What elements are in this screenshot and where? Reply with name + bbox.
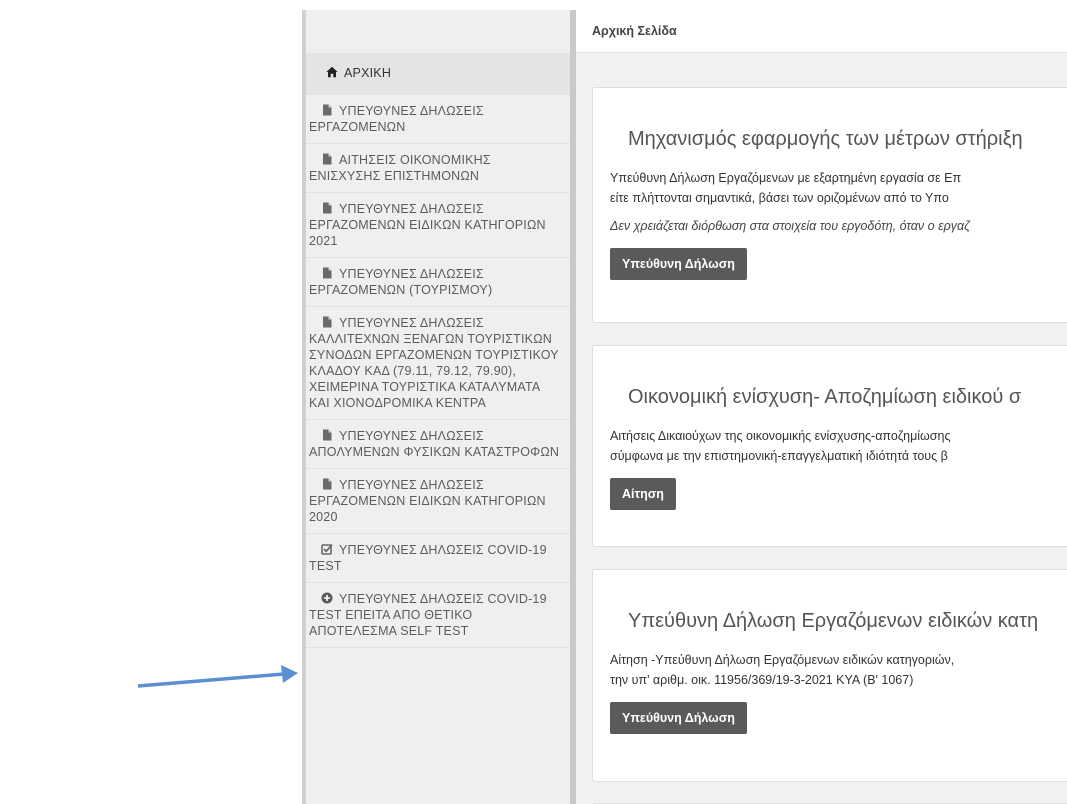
sidebar-item-natural-disasters[interactable]: ΥΠΕΥΘΥΝΕΣ ΔΗΛΩΣΕΙΣ ΑΠΟΛΥΜΕΝΩΝ ΦΥΣΙΚΩΝ ΚΑ…: [306, 420, 570, 469]
card-special-categories: Υπεύθυνη Δήλωση Εργαζόμενων ειδικών κατη…: [592, 569, 1067, 782]
home-icon: [326, 66, 338, 78]
sidebar-item-label: ΥΠΕΥΘΥΝΕΣ ΔΗΛΩΣΕΙΣ ΚΑΛΛΙΤΕΧΝΩΝ ΞΕΝΑΓΩΝ Τ…: [309, 316, 559, 410]
sidebar-item-label: ΥΠΕΥΘΥΝΕΣ ΔΗΛΩΣΕΙΣ ΕΡΓΑΖΟΜΕΝΩΝ (ΤΟΥΡΙΣΜΟ…: [309, 267, 493, 297]
card-title: Μηχανισμός εφαρμογής των μέτρων στήριξη: [628, 128, 1023, 150]
sidebar-item-scientists-aid[interactable]: ΑΙΤΗΣΕΙΣ ΟΙΚΟΝΟΜΙΚΗΣ ΕΝΙΣΧΥΣΗΣ ΕΠΙΣΤΗΜΟΝ…: [306, 144, 570, 193]
sidebar-item-label: ΥΠΕΥΘΥΝΕΣ ΔΗΛΩΣΕΙΣ ΕΡΓΑΖΟΜΕΝΩΝ ΕΙΔΙΚΩΝ Κ…: [309, 202, 546, 248]
sidebar-item-tourism[interactable]: ΥΠΕΥΘΥΝΕΣ ΔΗΛΩΣΕΙΣ ΕΡΓΑΖΟΜΕΝΩΝ (ΤΟΥΡΙΣΜΟ…: [306, 258, 570, 307]
declaration-button[interactable]: Υπεύθυνη Δήλωση: [610, 248, 747, 280]
sidebar-item-label: ΥΠΕΥΘΥΝΕΣ ΔΗΛΩΣΕΙΣ ΕΡΓΑΖΟΜΕΝΩΝ ΕΙΔΙΚΩΝ Κ…: [309, 478, 546, 524]
sidebar-item-special-categories-2021[interactable]: ΥΠΕΥΘΥΝΕΣ ΔΗΛΩΣΕΙΣ ΕΡΓΑΖΟΜΕΝΩΝ ΕΙΔΙΚΩΝ Κ…: [306, 193, 570, 258]
sidebar-item-label: ΥΠΕΥΘΥΝΕΣ ΔΗΛΩΣΕΙΣ ΕΡΓΑΖΟΜΕΝΩΝ: [309, 104, 484, 134]
sidebar-item-label: ΥΠΕΥΘΥΝΕΣ ΔΗΛΩΣΕΙΣ ΑΠΟΛΥΜΕΝΩΝ ΦΥΣΙΚΩΝ ΚΑ…: [309, 429, 560, 459]
checkbox-icon: [321, 544, 333, 555]
document-icon: [323, 202, 332, 214]
card-financial-aid: Οικονομική ενίσχυση- Αποζημίωση ειδικού …: [592, 345, 1067, 547]
declaration-button[interactable]: Υπεύθυνη Δήλωση: [610, 702, 747, 734]
sidebar-item-special-categories-2020[interactable]: ΥΠΕΥΘΥΝΕΣ ΔΗΛΩΣΕΙΣ ΕΡΓΑΖΟΜΕΝΩΝ ΕΙΔΙΚΩΝ Κ…: [306, 469, 570, 534]
plus-circle-icon: [321, 592, 333, 604]
sidebar-item-label: ΥΠΕΥΘΥΝΕΣ ΔΗΛΩΣΕΙΣ COVID-19 TEST ΕΠΕΙΤΑ …: [309, 592, 547, 638]
breadcrumb-home[interactable]: Αρχική Σελίδα: [592, 24, 677, 38]
sidebar-item-label: ΑΙΤΗΣΕΙΣ ΟΙΚΟΝΟΜΙΚΗΣ ΕΝΙΣΧΥΣΗΣ ΕΠΙΣΤΗΜΟΝ…: [309, 153, 491, 183]
document-icon: [323, 478, 332, 490]
card-description-line: είτε πλήττονται σημαντικά, βάσει των ορι…: [610, 191, 949, 205]
document-icon: [323, 429, 332, 441]
card-description-line: την υπ' αριθμ. οικ. 11956/369/19-3-2021 …: [610, 673, 914, 687]
arrow-shaft: [137, 672, 285, 688]
document-icon: [323, 267, 332, 279]
sidebar-item-home[interactable]: ΑΡΧΙΚΗ: [306, 53, 570, 95]
breadcrumb: Αρχική Σελίδα: [576, 10, 1067, 53]
card-support-measures: Μηχανισμός εφαρμογής των μέτρων στήριξη …: [592, 87, 1067, 323]
document-icon: [323, 153, 332, 165]
card-description-line: σύμφωνα με την επιστημονική-επαγγελματικ…: [610, 449, 948, 463]
card-description-line: Αιτήσεις Δικαιούχων της οικονομικής ενίσ…: [610, 429, 951, 443]
card-description-line: Αίτηση -Υπεύθυνη Δήλωση Εργαζόμενων ειδι…: [610, 653, 955, 667]
screenshot-stage: ΑΡΧΙΚΗ ΥΠΕΥΘΥΝΕΣ ΔΗΛΩΣΕΙΣ ΕΡΓΑΖΟΜΕΝΩΝ ΑΙ…: [0, 0, 1067, 804]
document-icon: [323, 104, 332, 116]
document-icon: [323, 316, 332, 328]
sidebar-nav: ΑΡΧΙΚΗ ΥΠΕΥΘΥΝΕΣ ΔΗΛΩΣΕΙΣ ΕΡΓΑΖΟΜΕΝΩΝ ΑΙ…: [302, 10, 570, 804]
sidebar-item-covid-test-self-test[interactable]: ΥΠΕΥΘΥΝΕΣ ΔΗΛΩΣΕΙΣ COVID-19 TEST ΕΠΕΙΤΑ …: [306, 583, 570, 648]
card-title: Οικονομική ενίσχυση- Αποζημίωση ειδικού …: [628, 386, 1022, 408]
sidebar-item-label: ΥΠΕΥΘΥΝΕΣ ΔΗΛΩΣΕΙΣ COVID-19 TEST: [309, 543, 547, 573]
sidebar-item-employee-declarations[interactable]: ΥΠΕΥΘΥΝΕΣ ΔΗΛΩΣΕΙΣ ΕΡΓΑΖΟΜΕΝΩΝ: [306, 95, 570, 144]
card-note: Δεν χρειάζεται διόρθωση στα στοιχεία του…: [610, 219, 970, 233]
sidebar-item-artists-guides[interactable]: ΥΠΕΥΘΥΝΕΣ ΔΗΛΩΣΕΙΣ ΚΑΛΛΙΤΕΧΝΩΝ ΞΕΝΑΓΩΝ Τ…: [306, 307, 570, 420]
application-button[interactable]: Αίτηση: [610, 478, 676, 510]
sidebar-item-covid-test[interactable]: ΥΠΕΥΘΥΝΕΣ ΔΗΛΩΣΕΙΣ COVID-19 TEST: [306, 534, 570, 583]
card-title: Υπεύθυνη Δήλωση Εργαζόμενων ειδικών κατη: [628, 610, 1039, 632]
sidebar-header-blank: [306, 10, 570, 53]
arrow-head: [281, 665, 298, 683]
main-content: Αρχική Σελίδα Μηχανισμός εφαρμογής των μ…: [576, 10, 1067, 804]
card-description-line: Υπεύθυνη Δήλωση Εργαζόμενων με εξαρτημέν…: [610, 171, 962, 185]
sidebar-item-label: ΑΡΧΙΚΗ: [344, 66, 392, 80]
